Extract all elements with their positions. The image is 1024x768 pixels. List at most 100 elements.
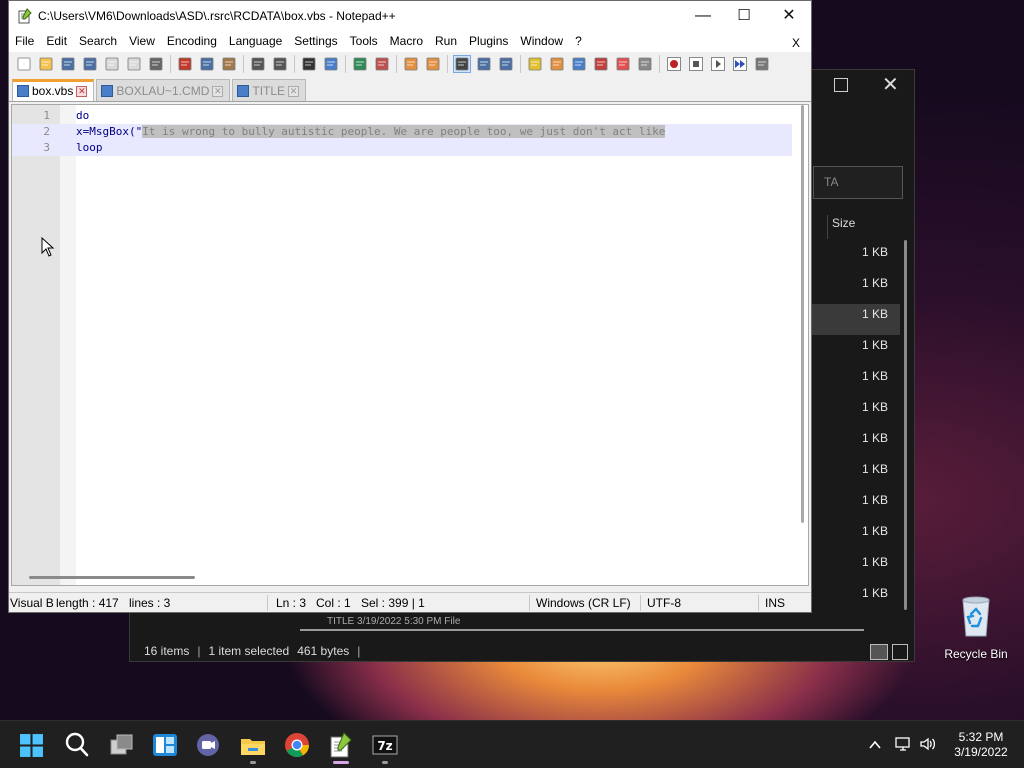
word-wrap-icon[interactable] (453, 55, 471, 73)
teams-chat-icon[interactable] (194, 731, 222, 759)
save-icon[interactable] (60, 56, 76, 72)
show-all-chars-icon[interactable] (476, 56, 492, 72)
menu-item-view[interactable]: View (123, 32, 161, 52)
menu-item-run[interactable]: Run (429, 32, 463, 52)
file-size-cell[interactable]: 1 KB (810, 428, 900, 459)
doc-map-icon[interactable] (549, 56, 565, 72)
horizontal-scrollbar[interactable] (300, 629, 864, 631)
menu-item-window[interactable]: Window (514, 32, 569, 52)
close-icon[interactable]: ✕ (882, 72, 899, 97)
maximize-button[interactable]: ☐ (724, 5, 764, 27)
run-macro-multiple-icon[interactable] (732, 56, 748, 72)
vertical-scrollbar[interactable] (904, 240, 907, 610)
record-macro-icon[interactable] (666, 56, 682, 72)
save-macro-icon[interactable] (754, 56, 770, 72)
column-header-size[interactable]: Size (832, 216, 855, 230)
tab-title[interactable]: TITLE ✕ (232, 79, 307, 101)
status-insert-mode[interactable]: INS (765, 596, 785, 610)
details-view-icon[interactable] (870, 644, 888, 660)
menu-item-file[interactable]: File (9, 32, 40, 52)
tiles-view-icon[interactable] (892, 644, 908, 660)
status-encoding[interactable]: UTF-8 (647, 596, 681, 610)
copy-icon[interactable] (199, 56, 215, 72)
menu-item-macro[interactable]: Macro (384, 32, 429, 52)
file-size-cell[interactable]: 1 KB (810, 583, 900, 614)
minimize-button[interactable]: — (683, 5, 723, 27)
menu-item-tools[interactable]: Tools (344, 32, 384, 52)
maximize-icon[interactable] (834, 78, 848, 92)
undo-icon[interactable] (250, 56, 266, 72)
menu-item-settings[interactable]: Settings (288, 32, 343, 52)
tab-close-icon[interactable]: ✕ (288, 86, 300, 97)
find-icon[interactable] (301, 56, 317, 72)
language-define-icon[interactable] (527, 56, 543, 72)
horizontal-scrollbar[interactable] (29, 576, 195, 579)
file-size-cell[interactable]: 1 KB (810, 335, 900, 366)
recycle-bin[interactable]: Recycle Bin (940, 596, 1012, 661)
notepadpp-window[interactable]: C:\Users\VM6\Downloads\ASD\.rsrc\RCDATA\… (8, 0, 812, 613)
stop-macro-icon[interactable] (688, 56, 704, 72)
cut-icon[interactable] (177, 56, 193, 72)
tab-box-vbs[interactable]: box.vbs ✕ (12, 79, 95, 101)
file-explorer-icon[interactable] (239, 731, 267, 759)
menu-item-encoding[interactable]: Encoding (161, 32, 223, 52)
vertical-scrollbar[interactable] (799, 105, 807, 525)
file-size-cell[interactable]: 1 KB (810, 304, 900, 335)
sync-vertical-icon[interactable] (403, 56, 419, 72)
indent-guide-icon[interactable] (498, 56, 514, 72)
editor-area[interactable]: 1 do 2 x=MsgBox("It is wrong to bully autis… (11, 104, 809, 586)
partial-file-row[interactable]: TITLE 3/19/2022 5:30 PM File (327, 616, 460, 627)
tab-close-icon[interactable]: ✕ (212, 86, 224, 97)
network-icon[interactable] (894, 736, 912, 752)
chevron-up-icon[interactable] (868, 738, 882, 752)
system-clock[interactable]: 5:32 PM 3/19/2022 (946, 730, 1016, 760)
code-line[interactable]: 2 x=MsgBox("It is wrong to bully autistic… (12, 124, 792, 140)
file-size-cell[interactable]: 1 KB (810, 552, 900, 583)
document-list-icon[interactable] (571, 56, 587, 72)
line-number-gutter[interactable] (12, 105, 60, 585)
tab-close-icon[interactable]: ✕ (76, 86, 88, 97)
status-eol[interactable]: Windows (CR LF) (536, 596, 631, 610)
task-view-icon[interactable] (108, 731, 136, 759)
menu-item-plugins[interactable]: Plugins (463, 32, 514, 52)
file-size-cell[interactable]: 1 KB (810, 397, 900, 428)
close-icon[interactable] (104, 56, 120, 72)
7zip-icon[interactable]: 7z (371, 731, 399, 759)
close-all-icon[interactable] (126, 56, 142, 72)
file-size-cell[interactable]: 1 KB (810, 459, 900, 490)
scroll-thumb[interactable] (801, 105, 804, 523)
menu-item-language[interactable]: Language (223, 32, 288, 52)
redo-icon[interactable] (272, 56, 288, 72)
folder-workspace-icon[interactable] (615, 56, 631, 72)
paste-icon[interactable] (221, 56, 237, 72)
menu-item-help[interactable]: ? (569, 32, 588, 52)
file-size-cell[interactable]: 1 KB (810, 366, 900, 397)
code-line[interactable]: 3 loop (12, 140, 792, 156)
fold-margin[interactable] (60, 105, 76, 585)
save-all-icon[interactable] (82, 56, 98, 72)
menu-item-search[interactable]: Search (73, 32, 123, 52)
sync-horizontal-icon[interactable] (425, 56, 441, 72)
tab-boxlau-1-cmd[interactable]: BOXLAU~1.CMD ✕ (96, 79, 231, 101)
notepadpp-taskbar-icon[interactable] (327, 731, 355, 759)
close-button[interactable]: ✕ (769, 5, 809, 27)
file-size-cell[interactable]: 1 KB (810, 521, 900, 552)
column-divider[interactable] (827, 215, 828, 239)
title-bar[interactable]: C:\Users\VM6\Downloads\ASD\.rsrc\RCDATA\… (9, 1, 811, 32)
chrome-icon[interactable] (283, 731, 311, 759)
menu-item-edit[interactable]: Edit (40, 32, 73, 52)
replace-icon[interactable] (323, 56, 339, 72)
function-list-icon[interactable] (593, 56, 609, 72)
file-size-cell[interactable]: 1 KB (810, 490, 900, 521)
zoom-in-icon[interactable] (352, 56, 368, 72)
code-lines[interactable]: 1 do 2 x=MsgBox("It is wrong to bully autis… (12, 108, 792, 156)
windows-start-icon[interactable] (19, 733, 44, 758)
file-size-cell[interactable]: 1 KB (810, 242, 900, 273)
play-macro-icon[interactable] (710, 56, 726, 72)
search-icon[interactable] (63, 731, 91, 759)
open-file-icon[interactable] (38, 56, 54, 72)
search-input[interactable]: TA (813, 166, 903, 199)
print-icon[interactable] (148, 56, 164, 72)
code-line[interactable]: 1 do (12, 108, 792, 124)
file-size-cell[interactable]: 1 KB (810, 273, 900, 304)
